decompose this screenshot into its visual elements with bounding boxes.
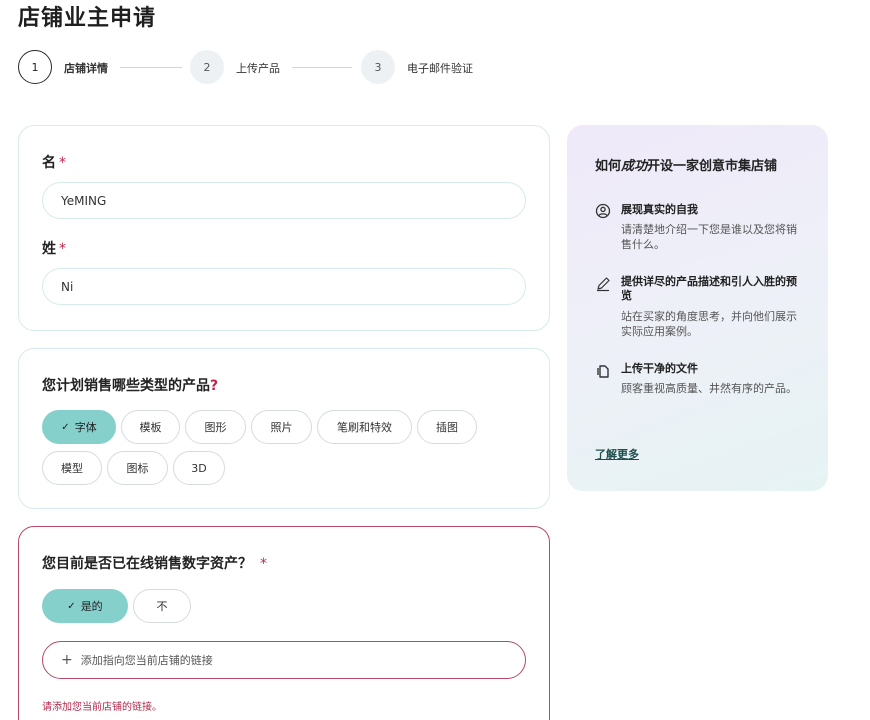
- last-name-input[interactable]: Ni: [42, 268, 526, 305]
- required-mark: *: [260, 556, 267, 572]
- step-3-circle[interactable]: 3: [361, 50, 395, 84]
- step-connector: [120, 67, 182, 68]
- step-1-label[interactable]: 店铺详情: [64, 60, 108, 76]
- last-name-label: 姓 *: [42, 241, 66, 257]
- chip-graphics[interactable]: 图形: [185, 410, 246, 444]
- check-icon: ✓: [67, 600, 76, 612]
- selling-online-card: 您目前是否已在线销售数字资产？ * ✓ 是的 不 + 添加指向您当前店铺的链接 请添加…: [18, 526, 550, 720]
- tip-body: 站在买家的角度思考，并向他们展示实际应用案例。: [621, 310, 797, 338]
- user-circle-icon: [595, 203, 611, 219]
- stepper: 1 店铺详情 2 上传产品 3 电子邮件验证: [18, 50, 488, 86]
- first-name-label: 名 *: [42, 155, 66, 171]
- step-1-circle[interactable]: 1: [18, 50, 52, 84]
- chip-mockups[interactable]: 模型: [42, 451, 102, 485]
- option-yes[interactable]: ✓ 是的: [42, 589, 128, 623]
- step-2-circle[interactable]: 2: [190, 50, 224, 84]
- chip-illustrations[interactable]: 插图: [417, 410, 477, 444]
- chip-templates[interactable]: 模板: [121, 410, 180, 444]
- store-link-input[interactable]: + 添加指向您当前店铺的链接: [42, 641, 526, 679]
- step-2-label[interactable]: 上传产品: [236, 60, 280, 76]
- tips-panel: 如何成功开设一家创意市集店铺 展现真实的自我 请清楚地介绍一下您是谁以及您将销售…: [567, 125, 828, 491]
- learn-more-link[interactable]: 了解更多: [595, 446, 639, 462]
- tips-title: 如何成功开设一家创意市集店铺: [595, 159, 778, 174]
- chip-icons[interactable]: 图标: [107, 451, 168, 485]
- question-mark: ?: [210, 378, 219, 394]
- tip-heading: 上传干净的文件: [621, 362, 698, 375]
- chip-photos[interactable]: 照片: [251, 410, 312, 444]
- chip-fonts[interactable]: ✓ 字体: [42, 410, 116, 444]
- step-3-label[interactable]: 电子邮件验证: [407, 60, 473, 76]
- check-icon: ✓: [61, 421, 70, 433]
- option-no[interactable]: 不: [133, 589, 191, 623]
- tip-body: 请清楚地介绍一下您是谁以及您将销售什么。: [621, 223, 797, 251]
- required-mark: *: [59, 241, 66, 257]
- tip-heading: 提供详尽的产品描述和引人入胜的预览: [621, 275, 797, 302]
- error-message: 请添加您当前店铺的链接。: [42, 702, 162, 713]
- required-mark: *: [59, 155, 66, 171]
- name-card: 名 * YeMING 姓 * Ni: [18, 125, 550, 331]
- tip-heading: 展现真实的自我: [621, 203, 698, 216]
- page-title: 店铺业主申请: [18, 6, 157, 31]
- product-types-card: 您计划销售哪些类型的产品? ✓ 字体 模板 图形 照片 笔刷和特效 插图 模型 图…: [18, 348, 550, 509]
- selling-online-title: 您目前是否已在线销售数字资产？ *: [42, 556, 267, 572]
- step-connector: [292, 67, 352, 68]
- chip-3d[interactable]: 3D: [173, 451, 225, 485]
- file-copy-icon: [597, 365, 609, 378]
- tip-body: 顾客重视高质量、井然有序的产品。: [621, 382, 797, 395]
- first-name-input[interactable]: YeMING: [42, 182, 526, 219]
- product-types-title: 您计划销售哪些类型的产品?: [42, 378, 219, 394]
- pencil-icon: [597, 277, 610, 292]
- chip-brushes-effects[interactable]: 笔刷和特效: [317, 410, 412, 444]
- plus-icon: +: [61, 652, 73, 668]
